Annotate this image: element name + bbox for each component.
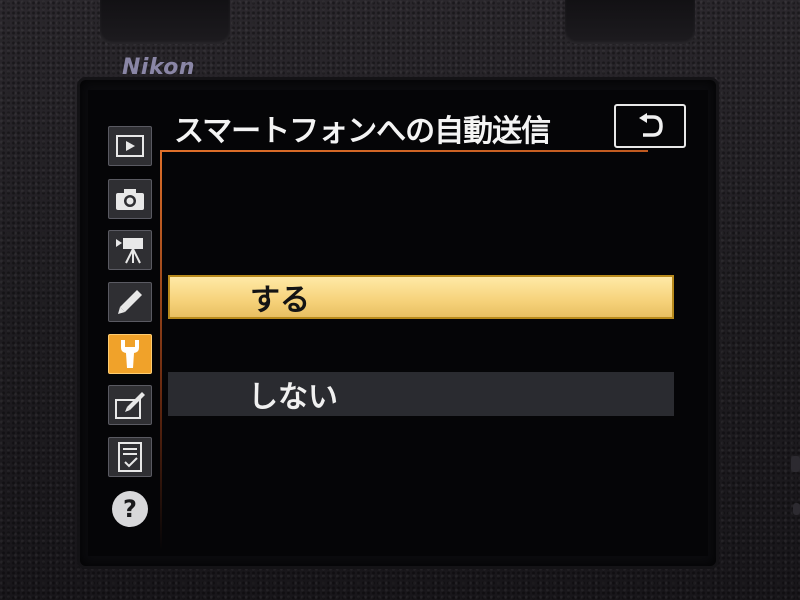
side-button-upper[interactable] bbox=[791, 456, 800, 472]
side-button-lower[interactable] bbox=[793, 503, 800, 515]
screen-hinge-left bbox=[100, 0, 230, 44]
page-title: スマートフォンへの自動送信 bbox=[174, 114, 551, 149]
help-label: ? bbox=[123, 495, 137, 523]
screen-hinge-right bbox=[565, 0, 695, 44]
camera-lcd-screen: ? スマートフォンへの自動送信 する しない bbox=[88, 90, 708, 556]
back-button[interactable] bbox=[614, 104, 686, 148]
tab-retouch-menu[interactable] bbox=[108, 385, 152, 425]
option-no[interactable]: しない bbox=[168, 372, 674, 416]
wrench-icon bbox=[121, 340, 139, 368]
option-label: する bbox=[250, 283, 310, 318]
brand-logo: Nikon bbox=[122, 55, 196, 80]
my-menu-icon bbox=[118, 442, 142, 472]
tab-custom-settings-menu[interactable] bbox=[108, 282, 152, 322]
playback-icon bbox=[116, 135, 144, 157]
tab-setup-menu[interactable] bbox=[108, 334, 152, 374]
tab-my-menu[interactable] bbox=[108, 437, 152, 477]
pencil-icon bbox=[118, 290, 142, 314]
menu-divider-vertical bbox=[160, 150, 162, 550]
retouch-icon bbox=[115, 392, 145, 419]
return-icon bbox=[639, 113, 663, 137]
tab-playback-menu[interactable] bbox=[108, 126, 152, 166]
help-icon[interactable]: ? bbox=[112, 491, 148, 527]
movie-camera-icon bbox=[116, 238, 143, 264]
tab-movie-menu[interactable] bbox=[108, 230, 152, 270]
menu-divider-horizontal bbox=[160, 150, 648, 152]
tab-shooting-menu[interactable] bbox=[108, 179, 152, 219]
option-yes[interactable]: する bbox=[168, 275, 674, 319]
option-label: しない bbox=[248, 380, 338, 415]
camera-icon bbox=[116, 189, 144, 210]
